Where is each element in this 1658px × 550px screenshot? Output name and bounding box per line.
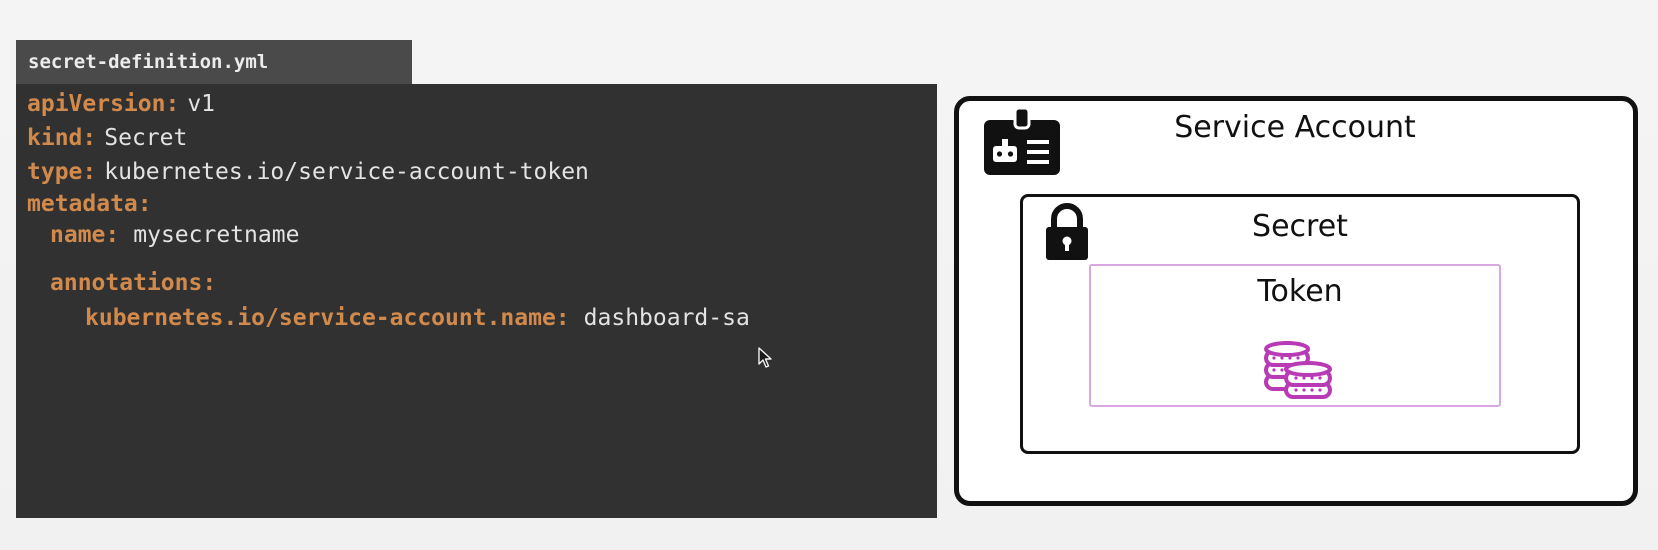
lock-icon	[1046, 203, 1088, 260]
yaml-key: kind:	[27, 125, 97, 151]
code-line-apiversion: apiVersion: v1	[27, 90, 215, 118]
yaml-key: metadata:	[27, 191, 152, 217]
code-line-metadata: metadata:	[27, 190, 152, 218]
yaml-value: dashboard-sa	[583, 305, 750, 331]
mouse-pointer-icon	[758, 347, 772, 368]
yaml-key: kubernetes.io/service-account.name:	[85, 305, 570, 331]
secret-label: Secret	[1252, 209, 1348, 244]
yaml-value: kubernetes.io/service-account-token	[104, 159, 589, 185]
code-line-annotations: annotations:	[50, 269, 216, 297]
yaml-key: annotations:	[50, 270, 217, 296]
yaml-value: v1	[187, 91, 216, 117]
yaml-key: apiVersion:	[27, 91, 180, 117]
file-name: secret-definition.yml	[28, 51, 269, 73]
file-tab: secret-definition.yml	[16, 40, 412, 84]
token-label: Token	[1257, 274, 1343, 309]
yaml-value: Secret	[104, 125, 188, 151]
yaml-value: mysecretname	[133, 222, 300, 248]
yaml-key: name:	[50, 222, 120, 248]
code-line-kind: kind: Secret	[27, 124, 187, 152]
code-panel: apiVersion: v1 kind: Secret type: kubernete…	[16, 84, 937, 518]
code-line-type: type: kubernetes.io/service-account-token	[27, 158, 589, 186]
code-line-annotation-entry: kubernetes.io/service-account.name: dashb…	[85, 304, 750, 332]
service-account-label: Service Account	[1174, 110, 1416, 145]
code-line-name: name: mysecretname	[50, 221, 299, 249]
coins-icon	[1264, 341, 1332, 399]
yaml-key: type:	[27, 159, 97, 185]
id-badge-robot-icon	[984, 108, 1060, 175]
